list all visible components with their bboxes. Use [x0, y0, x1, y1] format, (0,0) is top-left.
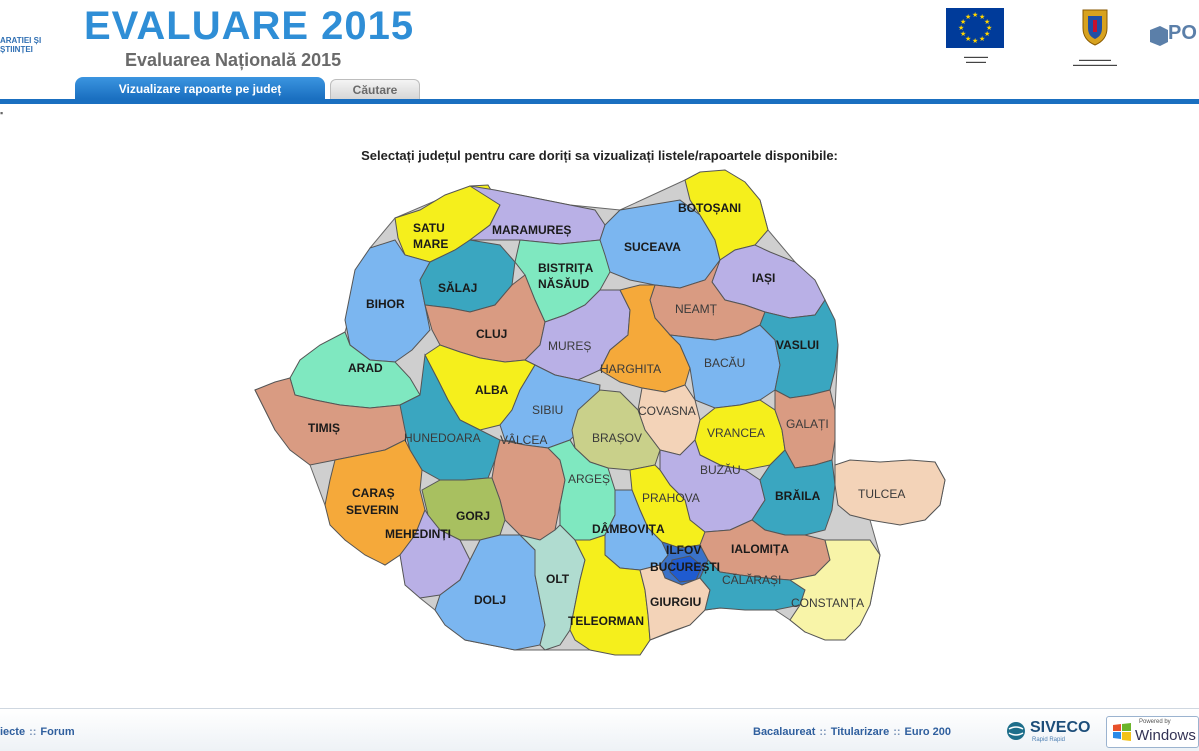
county-label-buzau[interactable]: BUZĂU	[700, 462, 741, 477]
county-label-salaj[interactable]: SĂLAJ	[438, 280, 477, 295]
footer-links-right: Bacalaureat:: Titularizare:: Euro 200	[753, 726, 951, 738]
page-footer: iecte:: Forum Bacalaureat:: Titularizare::…	[0, 708, 1199, 751]
county-label-bacau[interactable]: BACĂU	[704, 355, 745, 370]
county-label-bucuresti[interactable]: BUCUREȘTI	[650, 560, 720, 574]
county-label-bistrita-nasaud[interactable]: NĂSĂUD	[538, 276, 590, 291]
county-label-bistrita-nasaud[interactable]: BISTRIȚA	[538, 261, 594, 275]
county-label-caras-severin[interactable]: SEVERIN	[346, 503, 399, 517]
footer-links-left: iecte:: Forum	[0, 726, 75, 738]
powered-by-windows-badge[interactable]: Powered by Windows	[1106, 716, 1199, 748]
county-label-timis[interactable]: TIMIȘ	[308, 421, 340, 435]
county-label-neamt[interactable]: NEAMȚ	[675, 302, 718, 316]
romania-map-svg: SATU MARE MARAMUREȘ SUCEAVA BOTOȘANI BIHOR SĂL…	[254, 169, 946, 656]
footer-link-titularizare[interactable]: Titularizare	[831, 726, 890, 738]
county-label-calarasi[interactable]: CĂLĂRAȘI	[722, 572, 781, 587]
windows-logo-icon	[1113, 723, 1131, 741]
footer-link-proiecte[interactable]: iecte	[0, 726, 25, 738]
county-label-satu-mare[interactable]: SATU	[413, 221, 445, 235]
county-label-mures[interactable]: MUREȘ	[548, 339, 591, 353]
footer-separator: ::	[29, 726, 37, 738]
county-label-suceava[interactable]: SUCEAVA	[624, 240, 681, 254]
county-label-vrancea[interactable]: VRANCEA	[707, 426, 765, 440]
county-label-covasna[interactable]: COVASNA	[638, 404, 696, 418]
county-label-vaslui[interactable]: VASLUI	[776, 338, 819, 352]
county-label-gorj[interactable]: GORJ	[456, 509, 490, 523]
county-label-prahova[interactable]: PRAHOVA	[642, 491, 700, 505]
county-label-teleorman[interactable]: TELEORMAN	[568, 614, 644, 628]
county-label-brasov[interactable]: BRAȘOV	[592, 431, 642, 445]
county-label-constanta[interactable]: CONSTANȚA	[791, 596, 864, 610]
footer-link-euro200[interactable]: Euro 200	[905, 726, 951, 738]
county-label-braila[interactable]: BRĂILA	[775, 488, 821, 503]
county-label-dambovita[interactable]: DÂMBOVIȚA	[592, 521, 665, 536]
county-label-ilfov[interactable]: ILFOV	[666, 543, 701, 557]
county-label-arad[interactable]: ARAD	[348, 361, 383, 375]
footer-separator: ::	[819, 726, 827, 738]
county-label-caras-severin[interactable]: CARAȘ	[352, 486, 395, 500]
footer-link-forum[interactable]: Forum	[40, 726, 74, 738]
siveco-logo-text: SIVECO	[1030, 719, 1091, 736]
county-label-alba[interactable]: ALBA	[475, 383, 509, 397]
county-label-botosani[interactable]: BOTOȘANI	[678, 201, 741, 215]
siveco-logo-subtext: Rapid Rapid	[1032, 737, 1066, 743]
county-label-tulcea[interactable]: TULCEA	[858, 487, 905, 501]
powered-by-text: Powered by	[1139, 719, 1171, 725]
county-label-galati[interactable]: GALAȚI	[786, 417, 829, 431]
county-label-bihor[interactable]: BIHOR	[366, 297, 405, 311]
footer-link-bacalaureat[interactable]: Bacalaureat	[753, 726, 815, 738]
county-label-maramures[interactable]: MARAMUREȘ	[492, 223, 571, 237]
county-label-dolj[interactable]: DOLJ	[474, 593, 506, 607]
county-label-cluj[interactable]: CLUJ	[476, 327, 507, 341]
county-label-olt[interactable]: OLT	[546, 572, 570, 586]
county-label-hunedoara[interactable]: HUNEDOARA	[404, 431, 481, 445]
county-label-mehedinti[interactable]: MEHEDINȚI	[385, 527, 451, 541]
county-label-giurgiu[interactable]: GIURGIU	[650, 595, 701, 609]
county-label-harghita[interactable]: HARGHITA	[600, 362, 661, 376]
siveco-logo[interactable]: SIVECO Rapid Rapid	[1006, 717, 1102, 745]
siveco-globe-icon	[1007, 722, 1025, 740]
county-label-valcea[interactable]: VÂLCEA	[500, 432, 547, 447]
county-label-ialomita[interactable]: IALOMIȚA	[731, 542, 789, 556]
windows-text: Windows	[1135, 727, 1196, 744]
county-label-arges[interactable]: ARGEȘ	[568, 472, 610, 486]
county-label-sibiu[interactable]: SIBIU	[532, 403, 563, 417]
county-label-iasi[interactable]: IAȘI	[752, 271, 775, 285]
footer-separator: ::	[893, 726, 901, 738]
county-label-satu-mare[interactable]: MARE	[413, 237, 448, 251]
